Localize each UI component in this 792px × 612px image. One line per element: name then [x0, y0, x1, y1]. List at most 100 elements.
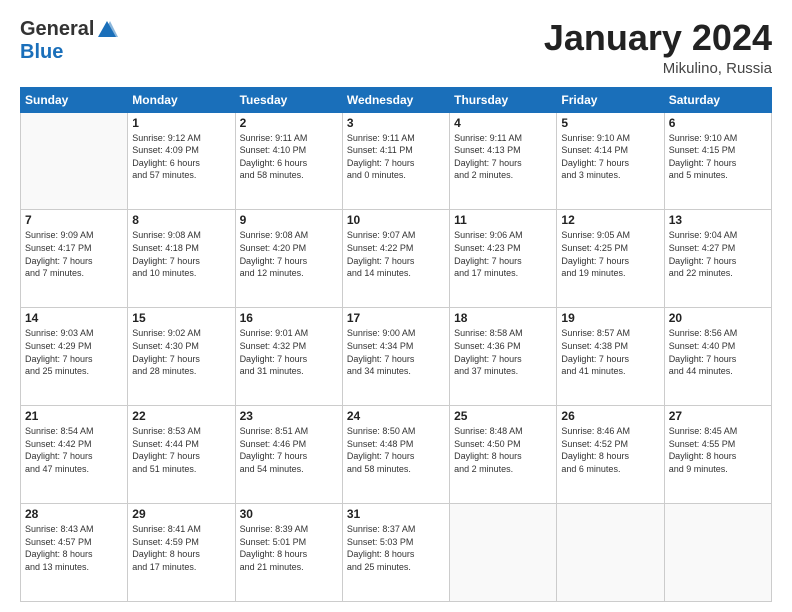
calendar-cell	[21, 112, 128, 210]
calendar-cell: 28 Sunrise: 8:43 AM Sunset: 4:57 PM Dayli…	[21, 504, 128, 602]
day-info: Sunrise: 8:41 AM Sunset: 4:59 PM Dayligh…	[132, 523, 230, 573]
day-info: Sunrise: 9:02 AM Sunset: 4:30 PM Dayligh…	[132, 327, 230, 377]
day-info: Sunrise: 8:37 AM Sunset: 5:03 PM Dayligh…	[347, 523, 445, 573]
day-info: Sunrise: 9:11 AM Sunset: 4:10 PM Dayligh…	[240, 132, 338, 182]
week-row-3: 21 Sunrise: 8:54 AM Sunset: 4:42 PM Dayli…	[21, 406, 772, 504]
calendar-cell: 1 Sunrise: 9:12 AM Sunset: 4:09 PM Daylig…	[128, 112, 235, 210]
day-number: 20	[669, 311, 767, 325]
calendar-cell: 25Sunrise: 8:48 AM Sunset: 4:50 PM Dayli…	[450, 406, 557, 504]
day-info: Sunrise: 9:12 AM Sunset: 4:09 PM Dayligh…	[132, 132, 230, 182]
calendar-cell: 3 Sunrise: 9:11 AM Sunset: 4:11 PM Daylig…	[342, 112, 449, 210]
header-thursday: Thursday	[450, 87, 557, 112]
calendar-cell: 15 Sunrise: 9:02 AM Sunset: 4:30 PM Dayli…	[128, 308, 235, 406]
calendar-cell: 21 Sunrise: 8:54 AM Sunset: 4:42 PM Dayli…	[21, 406, 128, 504]
day-number: 21	[25, 409, 123, 423]
day-number: 15	[132, 311, 230, 325]
day-number: 23	[240, 409, 338, 423]
day-number: 28	[25, 507, 123, 521]
header-friday: Friday	[557, 87, 664, 112]
day-info: Sunrise: 8:54 AM Sunset: 4:42 PM Dayligh…	[25, 425, 123, 475]
day-number: 27	[669, 409, 767, 423]
day-number: 16	[240, 311, 338, 325]
calendar-cell: 7Sunrise: 9:09 AM Sunset: 4:17 PM Daylig…	[21, 210, 128, 308]
day-number: 26	[561, 409, 659, 423]
day-info: Sunrise: 9:10 AM Sunset: 4:15 PM Dayligh…	[669, 132, 767, 182]
day-info: Sunrise: 8:46 AM Sunset: 4:52 PM Dayligh…	[561, 425, 659, 475]
day-number: 6	[669, 116, 767, 130]
day-number: 1	[132, 116, 230, 130]
calendar-cell: 19Sunrise: 8:57 AM Sunset: 4:38 PM Dayli…	[557, 308, 664, 406]
day-info: Sunrise: 9:11 AM Sunset: 4:11 PM Dayligh…	[347, 132, 445, 182]
day-number: 5	[561, 116, 659, 130]
calendar-cell	[664, 504, 771, 602]
day-info: Sunrise: 9:08 AM Sunset: 4:18 PM Dayligh…	[132, 229, 230, 279]
calendar-cell: 13Sunrise: 9:04 AM Sunset: 4:27 PM Dayli…	[664, 210, 771, 308]
day-info: Sunrise: 9:03 AM Sunset: 4:29 PM Dayligh…	[25, 327, 123, 377]
day-info: Sunrise: 9:11 AM Sunset: 4:13 PM Dayligh…	[454, 132, 552, 182]
day-number: 30	[240, 507, 338, 521]
calendar-cell	[557, 504, 664, 602]
calendar-cell: 29 Sunrise: 8:41 AM Sunset: 4:59 PM Dayli…	[128, 504, 235, 602]
week-row-4: 28 Sunrise: 8:43 AM Sunset: 4:57 PM Dayli…	[21, 504, 772, 602]
header-saturday: Saturday	[664, 87, 771, 112]
day-number: 17	[347, 311, 445, 325]
calendar-cell: 27 Sunrise: 8:45 AM Sunset: 4:55 PM Dayli…	[664, 406, 771, 504]
calendar-cell: 10 Sunrise: 9:07 AM Sunset: 4:22 PM Dayli…	[342, 210, 449, 308]
week-row-2: 14Sunrise: 9:03 AM Sunset: 4:29 PM Dayli…	[21, 308, 772, 406]
logo-icon	[96, 19, 118, 41]
day-info: Sunrise: 9:08 AM Sunset: 4:20 PM Dayligh…	[240, 229, 338, 279]
day-info: Sunrise: 8:51 AM Sunset: 4:46 PM Dayligh…	[240, 425, 338, 475]
day-info: Sunrise: 9:06 AM Sunset: 4:23 PM Dayligh…	[454, 229, 552, 279]
day-number: 31	[347, 507, 445, 521]
day-number: 11	[454, 213, 552, 227]
day-number: 4	[454, 116, 552, 130]
calendar-cell: 18Sunrise: 8:58 AM Sunset: 4:36 PM Dayli…	[450, 308, 557, 406]
month-title: January 2024	[544, 18, 772, 58]
calendar-cell: 11 Sunrise: 9:06 AM Sunset: 4:23 PM Dayli…	[450, 210, 557, 308]
day-number: 13	[669, 213, 767, 227]
day-info: Sunrise: 8:43 AM Sunset: 4:57 PM Dayligh…	[25, 523, 123, 573]
calendar-cell: 16Sunrise: 9:01 AM Sunset: 4:32 PM Dayli…	[235, 308, 342, 406]
day-number: 3	[347, 116, 445, 130]
calendar-cell	[450, 504, 557, 602]
day-info: Sunrise: 9:00 AM Sunset: 4:34 PM Dayligh…	[347, 327, 445, 377]
week-row-1: 7Sunrise: 9:09 AM Sunset: 4:17 PM Daylig…	[21, 210, 772, 308]
calendar-cell: 9 Sunrise: 9:08 AM Sunset: 4:20 PM Daylig…	[235, 210, 342, 308]
day-info: Sunrise: 9:09 AM Sunset: 4:17 PM Dayligh…	[25, 229, 123, 279]
calendar-cell: 14Sunrise: 9:03 AM Sunset: 4:29 PM Dayli…	[21, 308, 128, 406]
day-number: 12	[561, 213, 659, 227]
day-info: Sunrise: 9:07 AM Sunset: 4:22 PM Dayligh…	[347, 229, 445, 279]
calendar-header-row: Sunday Monday Tuesday Wednesday Thursday…	[21, 87, 772, 112]
day-number: 2	[240, 116, 338, 130]
header-sunday: Sunday	[21, 87, 128, 112]
day-info: Sunrise: 8:57 AM Sunset: 4:38 PM Dayligh…	[561, 327, 659, 377]
day-number: 29	[132, 507, 230, 521]
calendar-cell: 4 Sunrise: 9:11 AM Sunset: 4:13 PM Daylig…	[450, 112, 557, 210]
calendar-cell: 17 Sunrise: 9:00 AM Sunset: 4:34 PM Dayli…	[342, 308, 449, 406]
day-info: Sunrise: 8:56 AM Sunset: 4:40 PM Dayligh…	[669, 327, 767, 377]
calendar-cell: 2 Sunrise: 9:11 AM Sunset: 4:10 PM Daylig…	[235, 112, 342, 210]
header-tuesday: Tuesday	[235, 87, 342, 112]
calendar-cell: 22Sunrise: 8:53 AM Sunset: 4:44 PM Dayli…	[128, 406, 235, 504]
calendar-table: Sunday Monday Tuesday Wednesday Thursday…	[20, 87, 772, 602]
calendar-cell: 31 Sunrise: 8:37 AM Sunset: 5:03 PM Dayli…	[342, 504, 449, 602]
logo: General Blue	[20, 18, 118, 64]
calendar-cell: 8 Sunrise: 9:08 AM Sunset: 4:18 PM Daylig…	[128, 210, 235, 308]
day-info: Sunrise: 8:58 AM Sunset: 4:36 PM Dayligh…	[454, 327, 552, 377]
day-number: 10	[347, 213, 445, 227]
day-info: Sunrise: 8:39 AM Sunset: 5:01 PM Dayligh…	[240, 523, 338, 573]
day-number: 8	[132, 213, 230, 227]
day-number: 9	[240, 213, 338, 227]
calendar-cell: 5Sunrise: 9:10 AM Sunset: 4:14 PM Daylig…	[557, 112, 664, 210]
logo-general-text: General	[20, 18, 94, 41]
logo-blue-text: Blue	[20, 41, 63, 64]
day-info: Sunrise: 8:45 AM Sunset: 4:55 PM Dayligh…	[669, 425, 767, 475]
header-monday: Monday	[128, 87, 235, 112]
header-wednesday: Wednesday	[342, 87, 449, 112]
day-info: Sunrise: 8:53 AM Sunset: 4:44 PM Dayligh…	[132, 425, 230, 475]
calendar-cell: 20 Sunrise: 8:56 AM Sunset: 4:40 PM Dayli…	[664, 308, 771, 406]
day-info: Sunrise: 9:05 AM Sunset: 4:25 PM Dayligh…	[561, 229, 659, 279]
day-info: Sunrise: 8:50 AM Sunset: 4:48 PM Dayligh…	[347, 425, 445, 475]
calendar-cell: 26 Sunrise: 8:46 AM Sunset: 4:52 PM Dayli…	[557, 406, 664, 504]
header: General Blue January 2024 Mikulino, Russ…	[20, 18, 772, 77]
